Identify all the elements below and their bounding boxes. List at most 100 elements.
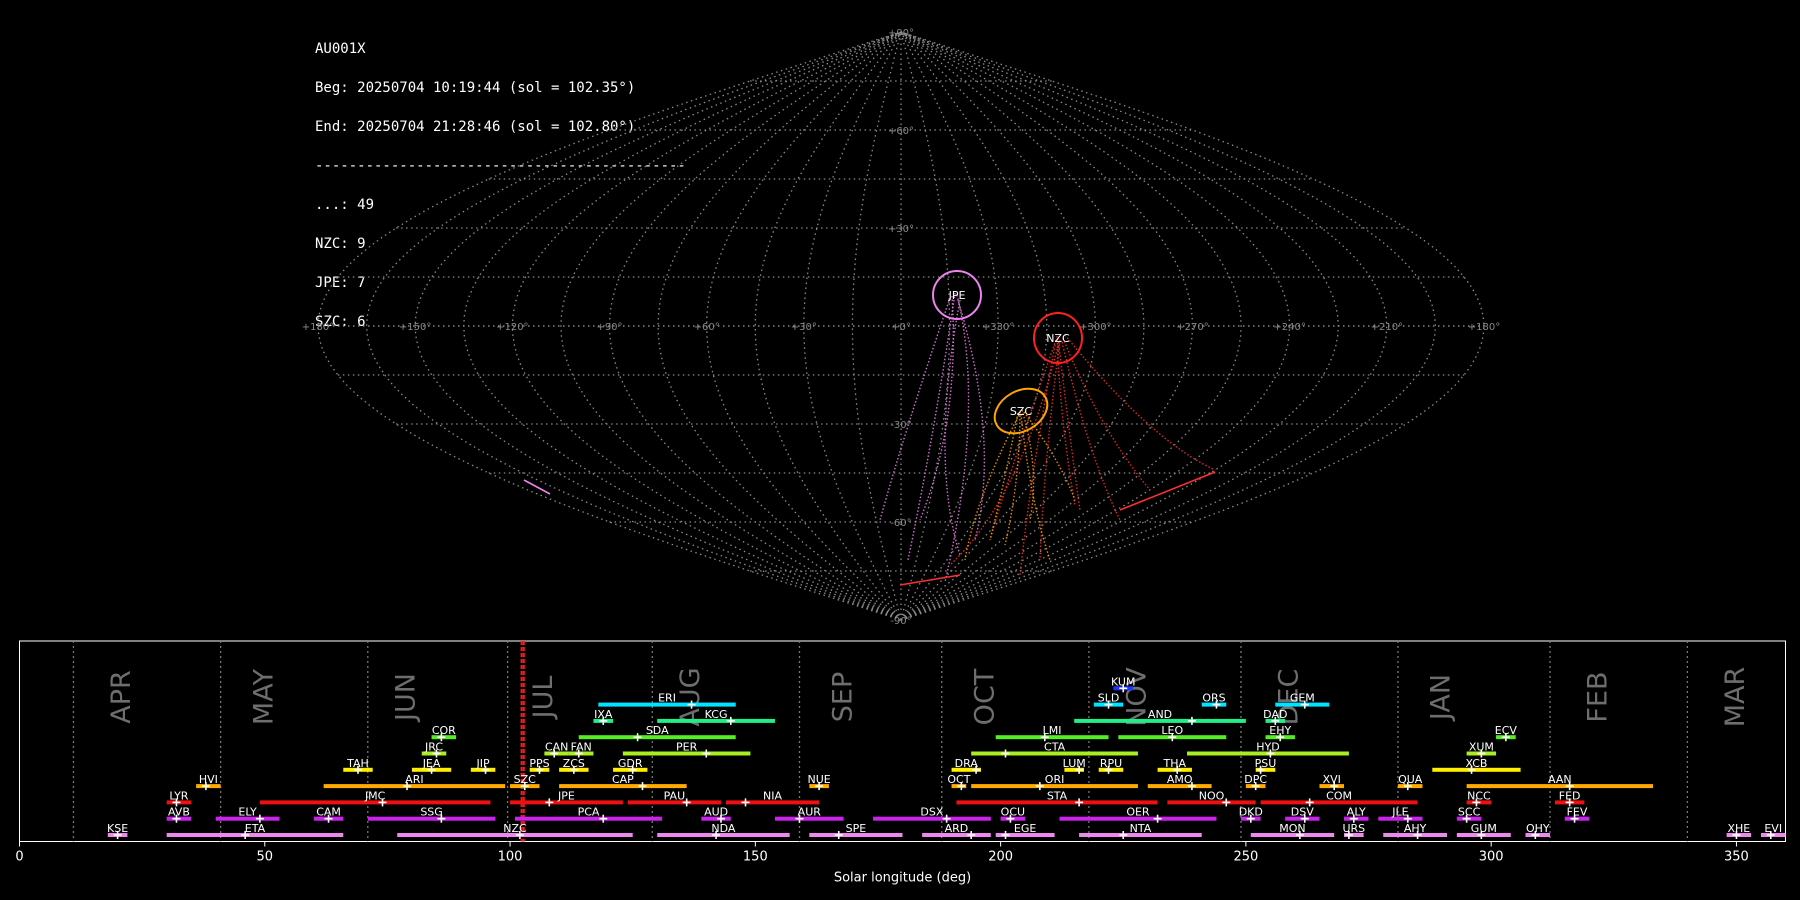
shower-label: NDA: [711, 822, 736, 835]
shower-jrc: JRC: [421, 741, 447, 758]
shower-label: CAN: [545, 741, 568, 754]
x-tick-label: 0: [15, 850, 23, 865]
shower-label: OCU: [1001, 806, 1025, 819]
shower-label: XVI: [1323, 773, 1341, 786]
shower-per: PER: [622, 741, 751, 758]
shower-label: FAN: [571, 741, 592, 754]
month-label: FEB: [1583, 671, 1614, 722]
shower-label: AUR: [798, 806, 822, 819]
shower-label: ZCS: [563, 757, 585, 770]
shower-label: AUD: [704, 806, 728, 819]
shower-ohy: OHY: [1525, 822, 1551, 839]
shower-label: CAP: [612, 773, 634, 786]
lon-label: +180°: [1468, 322, 1500, 333]
shower-label: HVI: [199, 773, 218, 786]
shower-xvi: XVI: [1319, 773, 1344, 791]
shower-label: COR: [432, 724, 456, 737]
month-label: AUG: [675, 667, 706, 726]
shower-label: LEO: [1161, 724, 1183, 737]
month-label: MAY: [248, 668, 279, 725]
shower-label: DKD: [1239, 806, 1263, 819]
shower-label: NCC: [1467, 789, 1491, 802]
shower-timeline-chart: APR MAY JUN JUL AUG SEP OCT NOV DEC JAN FEB MARKUME…: [15, 640, 1786, 886]
lon-label: +0°: [891, 322, 911, 333]
shower-label: PCA: [578, 806, 600, 819]
month-label: OCT: [970, 668, 1001, 725]
shower-and: AND: [1074, 708, 1246, 725]
shower-eta: ETA: [166, 822, 344, 839]
shower-label: EVI: [1764, 822, 1782, 835]
shower-label: SDA: [646, 724, 669, 737]
shower-label: NOO: [1199, 789, 1225, 802]
meteor-trail: [1019, 344, 1056, 576]
shower-label: ELY: [238, 806, 257, 819]
shower-pca: PCA: [514, 806, 663, 823]
shower-label: LYR: [169, 789, 188, 802]
shower-label: RPU: [1100, 757, 1122, 770]
x-tick-label: 150: [743, 850, 768, 865]
shower-rpu: RPU: [1098, 757, 1124, 774]
meteor-trail: [949, 341, 1060, 566]
shower-label: NZC: [503, 822, 527, 835]
shower-label: SPE: [846, 822, 867, 835]
shower-fed: FED: [1554, 789, 1585, 807]
shower-sta: STA: [956, 789, 1158, 807]
x-tick-label: 200: [988, 850, 1013, 865]
shower-cor: COR: [431, 724, 456, 742]
shower-label: OER: [1126, 806, 1150, 819]
radiant-jpe: JPE: [932, 270, 982, 320]
shower-jea: JEA: [411, 757, 452, 774]
shower-ixa: IXA: [593, 708, 614, 725]
shower-lyr: LYR: [166, 789, 192, 807]
shower-ari: ARI: [323, 773, 506, 791]
shower-label: SCC: [1458, 806, 1481, 819]
shower-label: NUE: [807, 773, 830, 786]
shower-label: IXA: [594, 708, 613, 721]
shower-fev: FEV: [1564, 806, 1590, 823]
shower-kse: KSE: [107, 822, 128, 839]
shower-jpe: JPE: [510, 789, 623, 807]
shower-label: ORS: [1202, 692, 1225, 705]
meteor-trail: [523, 479, 551, 495]
shower-label: OCT: [947, 773, 970, 786]
shower-label: GDR: [618, 757, 643, 770]
lat-label: -90°: [890, 616, 911, 627]
shower-label: SLD: [1098, 692, 1120, 705]
shower-qua: QUA: [1397, 773, 1423, 791]
lat-label: +30°: [888, 224, 914, 235]
lon-label: +300°: [1079, 322, 1111, 333]
shower-ors: ORS: [1201, 692, 1227, 709]
month-label: APR: [106, 670, 137, 724]
shower-psu: PSU: [1255, 757, 1277, 774]
shower-label: PSU: [1255, 757, 1277, 770]
shower-aan: AAN: [1466, 773, 1654, 791]
shower-xhe: XHE: [1726, 822, 1752, 839]
meteor-trails: [523, 292, 1216, 586]
shower-ori: ORI: [971, 773, 1138, 791]
lon-label: +60°: [694, 322, 720, 333]
shower-szc: SZC: [510, 773, 540, 791]
shower-aud: AUD: [701, 806, 731, 823]
shower-ncc: NCC: [1466, 789, 1492, 807]
shower-label: JLE: [1391, 806, 1408, 819]
radiant-szc: SZC: [993, 387, 1049, 435]
shower-label: GEM: [1290, 692, 1315, 705]
shower-jip: JIP: [470, 757, 496, 774]
shower-label: JEA: [422, 757, 441, 770]
lat-label: +90°: [888, 28, 914, 39]
shower-label: AVB: [168, 806, 190, 819]
shower-com: COM: [1260, 789, 1418, 807]
month-label: JAN: [1426, 674, 1457, 722]
shower-label: DSX: [920, 806, 943, 819]
lon-label: +120°: [496, 322, 528, 333]
shower-label: DSV: [1291, 806, 1314, 819]
shower-ecv: ECV: [1495, 724, 1518, 742]
shower-label: ECV: [1495, 724, 1518, 737]
shower-label: DRA: [955, 757, 979, 770]
shower-dsx: DSX: [873, 806, 991, 823]
shower-ehy: EHY: [1265, 724, 1295, 742]
lon-label: +210°: [1371, 322, 1403, 333]
meteor-trail: [1119, 471, 1216, 511]
shower-label: SZC: [514, 773, 537, 786]
shower-label: ORI: [1045, 773, 1065, 786]
